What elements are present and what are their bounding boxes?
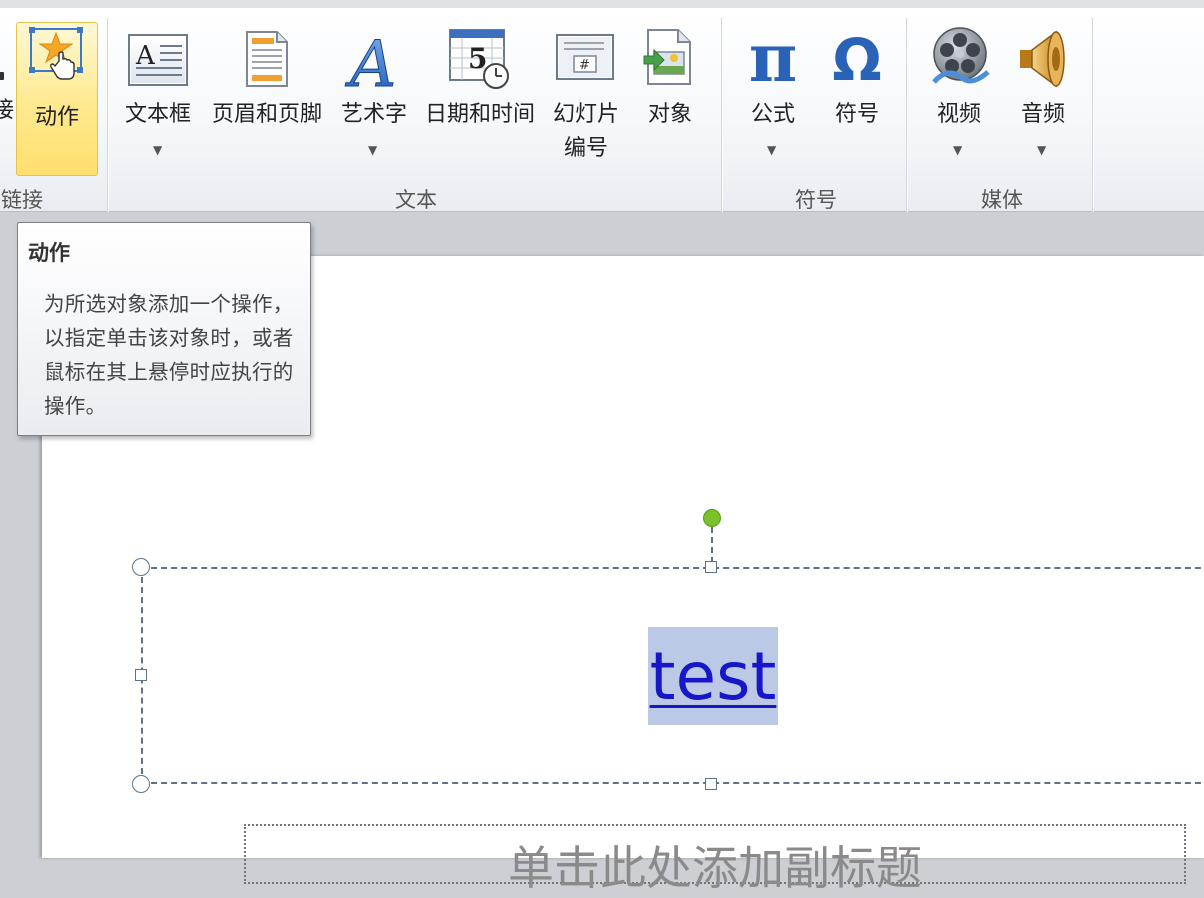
group-separator [107, 18, 108, 218]
svg-text:#: # [579, 58, 590, 73]
equation-dropdown-icon: ▼ [767, 143, 777, 157]
wordart-button[interactable]: A 艺术字 ▼ [334, 22, 414, 178]
wordart-dropdown-icon: ▼ [368, 143, 378, 157]
links-group-label: 链接 [1, 188, 43, 212]
object-label: 对象 [647, 102, 692, 127]
header-footer-button[interactable]: 页眉和页脚 [204, 22, 330, 178]
resize-handle-bottom-left[interactable] [132, 775, 150, 793]
film-reel-icon [932, 27, 990, 84]
audio-label: 音频 [1020, 102, 1065, 127]
slide-number-label-line2: 编号 [563, 136, 608, 161]
video-button[interactable]: 视频 ▼ [918, 22, 1000, 178]
action-star-icon [29, 27, 83, 80]
symbols-group-label: 符号 [795, 188, 837, 212]
tooltip-title: 动作 [28, 241, 70, 265]
object-icon [643, 29, 691, 85]
video-dropdown-icon: ▼ [953, 143, 963, 157]
wordart-icon: A [345, 28, 397, 93]
resize-handle-top-left[interactable] [132, 558, 150, 576]
omega-icon: Ω [832, 26, 882, 94]
resize-handle-top[interactable] [705, 561, 717, 573]
group-separator [721, 18, 722, 218]
pi-icon: π [748, 19, 798, 97]
textbox-icon: A [128, 34, 188, 86]
svg-text:A: A [345, 28, 396, 92]
title-hyperlink-text[interactable]: test [648, 627, 778, 725]
symbol-button[interactable]: Ω 符号 [816, 22, 898, 178]
object-button[interactable]: 对象 [630, 22, 710, 178]
action-tooltip: 动作 为所选对象添加一个操作，以指定单击该对象时，或者鼠标在其上悬停时应执行的操… [17, 222, 311, 436]
tooltip-body: 为所选对象添加一个操作，以指定单击该对象时，或者鼠标在其上悬停时应执行的操作。 [44, 292, 294, 418]
resize-handle-bottom[interactable] [705, 778, 717, 790]
header-footer-icon [246, 31, 288, 87]
media-group-label: 媒体 [981, 188, 1023, 212]
slide-number-icon: # [556, 34, 614, 80]
rotation-connector [711, 527, 713, 563]
resize-handle-left[interactable] [135, 669, 147, 681]
action-label: 动作 [34, 105, 79, 130]
textbox-button[interactable]: A 文本框 ▼ [118, 22, 198, 178]
datetime-label: 日期和时间 [424, 102, 535, 127]
header-footer-label: 页眉和页脚 [211, 102, 322, 127]
textbox-label: 文本框 [124, 102, 191, 127]
group-separator [906, 18, 907, 218]
symbol-label: 符号 [834, 102, 879, 127]
svg-text:A: A [135, 41, 156, 71]
audio-button[interactable]: 音频 ▼ [1002, 22, 1084, 178]
calendar-icon: 5 [449, 29, 509, 89]
subtitle-placeholder[interactable]: 单击此处添加副标题 [244, 824, 1186, 895]
rotation-handle[interactable] [703, 509, 721, 527]
audio-dropdown-icon: ▼ [1037, 143, 1047, 157]
action-button[interactable]: 动作 [16, 22, 98, 176]
text-group-label: 文本 [395, 188, 437, 212]
video-label: 视频 [936, 102, 981, 127]
ribbon-insert-tab: 接 动作 链接 A 文本框 ▼ 页眉和页脚 A 艺术字 ▼ 5 日期和时间 # … [0, 0, 1204, 218]
equation-button[interactable]: π 公式 ▼ [732, 19, 814, 178]
textbox-dropdown-icon: ▼ [153, 143, 163, 157]
speaker-icon [1020, 30, 1065, 88]
wordart-label: 艺术字 [340, 102, 407, 127]
group-separator [1092, 18, 1093, 218]
slide-number-button[interactable]: # 幻灯片 编号 [548, 22, 624, 178]
link-icon [0, 72, 4, 80]
slide-number-label-line1: 幻灯片 [552, 102, 619, 127]
equation-label: 公式 [750, 102, 795, 127]
datetime-button[interactable]: 5 日期和时间 [418, 22, 542, 178]
subtitle-placeholder-text: 单击此处添加副标题 [508, 841, 922, 895]
link-button-label: 接 [0, 98, 15, 123]
